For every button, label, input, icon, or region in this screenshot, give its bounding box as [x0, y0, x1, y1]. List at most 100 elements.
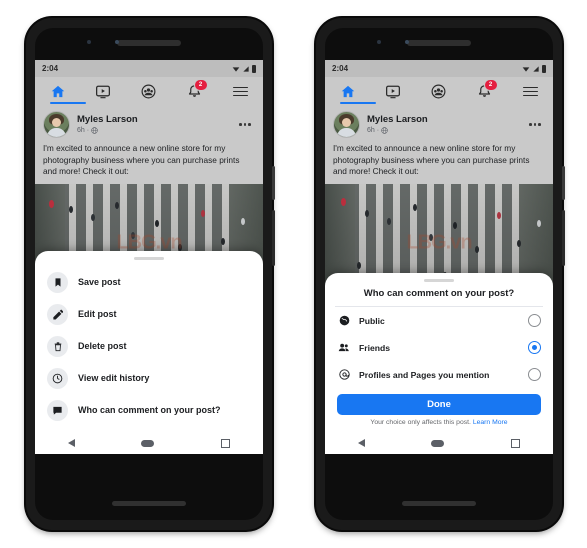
menu-item-edit-post[interactable]: Edit post	[35, 298, 263, 330]
status-bar-right: 2:04	[325, 60, 553, 77]
facebook-top-nav-right: 2	[325, 77, 553, 106]
left-phone: 2:04 2 Myles Larson 6h · I'm excited to …	[26, 18, 275, 530]
nav-item-menu[interactable]	[513, 80, 547, 104]
done-button[interactable]: Done	[337, 394, 541, 415]
power-button-left[interactable]	[272, 166, 275, 200]
signal-icon	[243, 65, 249, 72]
avatar[interactable]	[333, 111, 360, 138]
more-options-icon[interactable]	[529, 123, 545, 126]
recents-button[interactable]	[220, 438, 230, 448]
screenshot-stage: 2:04 2 Myles Larson 6h · I'm excited to …	[0, 0, 587, 548]
post-body-text: I'm excited to announce a new online sto…	[35, 141, 263, 184]
post-author-name[interactable]: Myles Larson	[367, 114, 529, 126]
learn-more-link[interactable]: Learn More	[473, 419, 508, 426]
back-button[interactable]	[358, 439, 366, 447]
front-camera-left	[115, 40, 119, 44]
hamburger-icon	[232, 86, 248, 97]
radio-friends[interactable]	[528, 341, 541, 354]
front-camera-right	[405, 40, 409, 44]
facebook-top-nav-left: 2	[35, 77, 263, 106]
nav-item-groups[interactable]	[132, 80, 166, 104]
recents-button[interactable]	[510, 438, 520, 448]
android-nav-bar-left	[35, 432, 263, 454]
comment-bubble-icon	[47, 399, 68, 421]
nav-item-video[interactable]	[86, 80, 120, 104]
more-options-icon[interactable]	[239, 123, 255, 126]
trash-icon	[47, 335, 68, 357]
home-icon	[51, 85, 65, 98]
home-button[interactable]	[141, 439, 155, 447]
nav-item-notifications[interactable]: 2	[178, 78, 212, 104]
options-bottom-sheet: Save post Edit post Delete post View edi…	[35, 251, 263, 454]
status-icons	[232, 64, 256, 73]
friends-icon	[337, 342, 351, 353]
audience-option-friends[interactable]: Friends	[325, 334, 553, 361]
post-author-name[interactable]: Myles Larson	[77, 114, 239, 126]
menu-item-label: Who can comment on your post?	[78, 405, 221, 415]
status-icons	[522, 64, 546, 73]
post-body-text: I'm excited to announce a new online sto…	[325, 141, 553, 184]
menu-item-label: Save post	[78, 277, 121, 287]
avatar[interactable]	[43, 111, 70, 138]
post-author-block: Myles Larson 6h ·	[77, 114, 239, 136]
audience-option-mentions[interactable]: Profiles and Pages you mention	[325, 361, 553, 388]
menu-item-label: Delete post	[78, 341, 127, 351]
post-options-menu: Save post Edit post Delete post View edi…	[35, 262, 263, 432]
status-time: 2:04	[332, 64, 349, 73]
audience-option-label: Profiles and Pages you mention	[359, 369, 490, 380]
video-icon	[386, 85, 401, 98]
volume-button-left[interactable]	[272, 210, 275, 266]
screen-right: 2:04 2 Myles Larson 6h · I'm excited to …	[325, 60, 553, 454]
menu-item-save-post[interactable]: Save post	[35, 266, 263, 298]
earpiece-speaker-left	[117, 40, 181, 46]
android-nav-bar-right	[325, 432, 553, 454]
globe-icon	[381, 127, 388, 134]
nav-item-groups[interactable]	[422, 80, 456, 104]
nav-item-home[interactable]	[331, 80, 376, 104]
power-button-right[interactable]	[562, 166, 565, 200]
screen-left: 2:04 2 Myles Larson 6h · I'm excited to …	[35, 60, 263, 454]
home-button[interactable]	[431, 439, 445, 447]
wifi-icon	[232, 66, 240, 72]
volume-button-right[interactable]	[562, 210, 565, 266]
radio-public[interactable]	[528, 314, 541, 327]
status-time: 2:04	[42, 64, 59, 73]
back-button[interactable]	[68, 439, 76, 447]
sheet-grabber[interactable]	[134, 257, 164, 260]
nav-active-underline	[339, 101, 376, 104]
battery-icon	[252, 64, 256, 73]
post-header-left: Myles Larson 6h ·	[35, 106, 263, 141]
audience-option-public[interactable]: Public	[325, 307, 553, 334]
menu-item-who-can-comment[interactable]: Who can comment on your post?	[35, 394, 263, 426]
signal-icon	[533, 65, 539, 72]
dialog-hint: Your choice only affects this post. Lear…	[325, 419, 553, 432]
nav-item-menu[interactable]	[223, 80, 257, 104]
sensor-dot-right	[377, 40, 381, 44]
status-bar-left: 2:04	[35, 60, 263, 77]
home-icon	[341, 85, 355, 98]
post-meta: 6h ·	[367, 126, 529, 136]
groups-icon	[142, 84, 156, 99]
at-mention-icon	[337, 369, 351, 380]
post-author-block: Myles Larson 6h ·	[367, 114, 529, 136]
nav-item-video[interactable]	[376, 80, 410, 104]
post-time: 6h	[77, 126, 85, 134]
bottom-speaker-left	[112, 501, 186, 506]
post-meta: 6h ·	[77, 126, 239, 136]
dialog-title: Who can comment on your post?	[363, 288, 515, 299]
menu-item-view-edit-history[interactable]: View edit history	[35, 362, 263, 394]
menu-item-delete-post[interactable]: Delete post	[35, 330, 263, 362]
nav-item-home[interactable]	[41, 80, 86, 104]
comment-audience-dialog: Who can comment on your post? Public Fri…	[325, 273, 553, 454]
menu-item-label: View edit history	[78, 373, 150, 383]
battery-icon	[542, 64, 546, 73]
audience-option-label: Friends	[359, 342, 391, 353]
radio-mentions[interactable]	[528, 368, 541, 381]
post-time: 6h	[367, 126, 375, 134]
globe-icon	[91, 127, 98, 134]
groups-icon	[432, 84, 446, 99]
nav-item-notifications[interactable]: 2	[468, 78, 502, 104]
earpiece-speaker-right	[407, 40, 471, 46]
sheet-grabber[interactable]	[424, 279, 454, 282]
post-meta-separator: ·	[86, 126, 90, 134]
